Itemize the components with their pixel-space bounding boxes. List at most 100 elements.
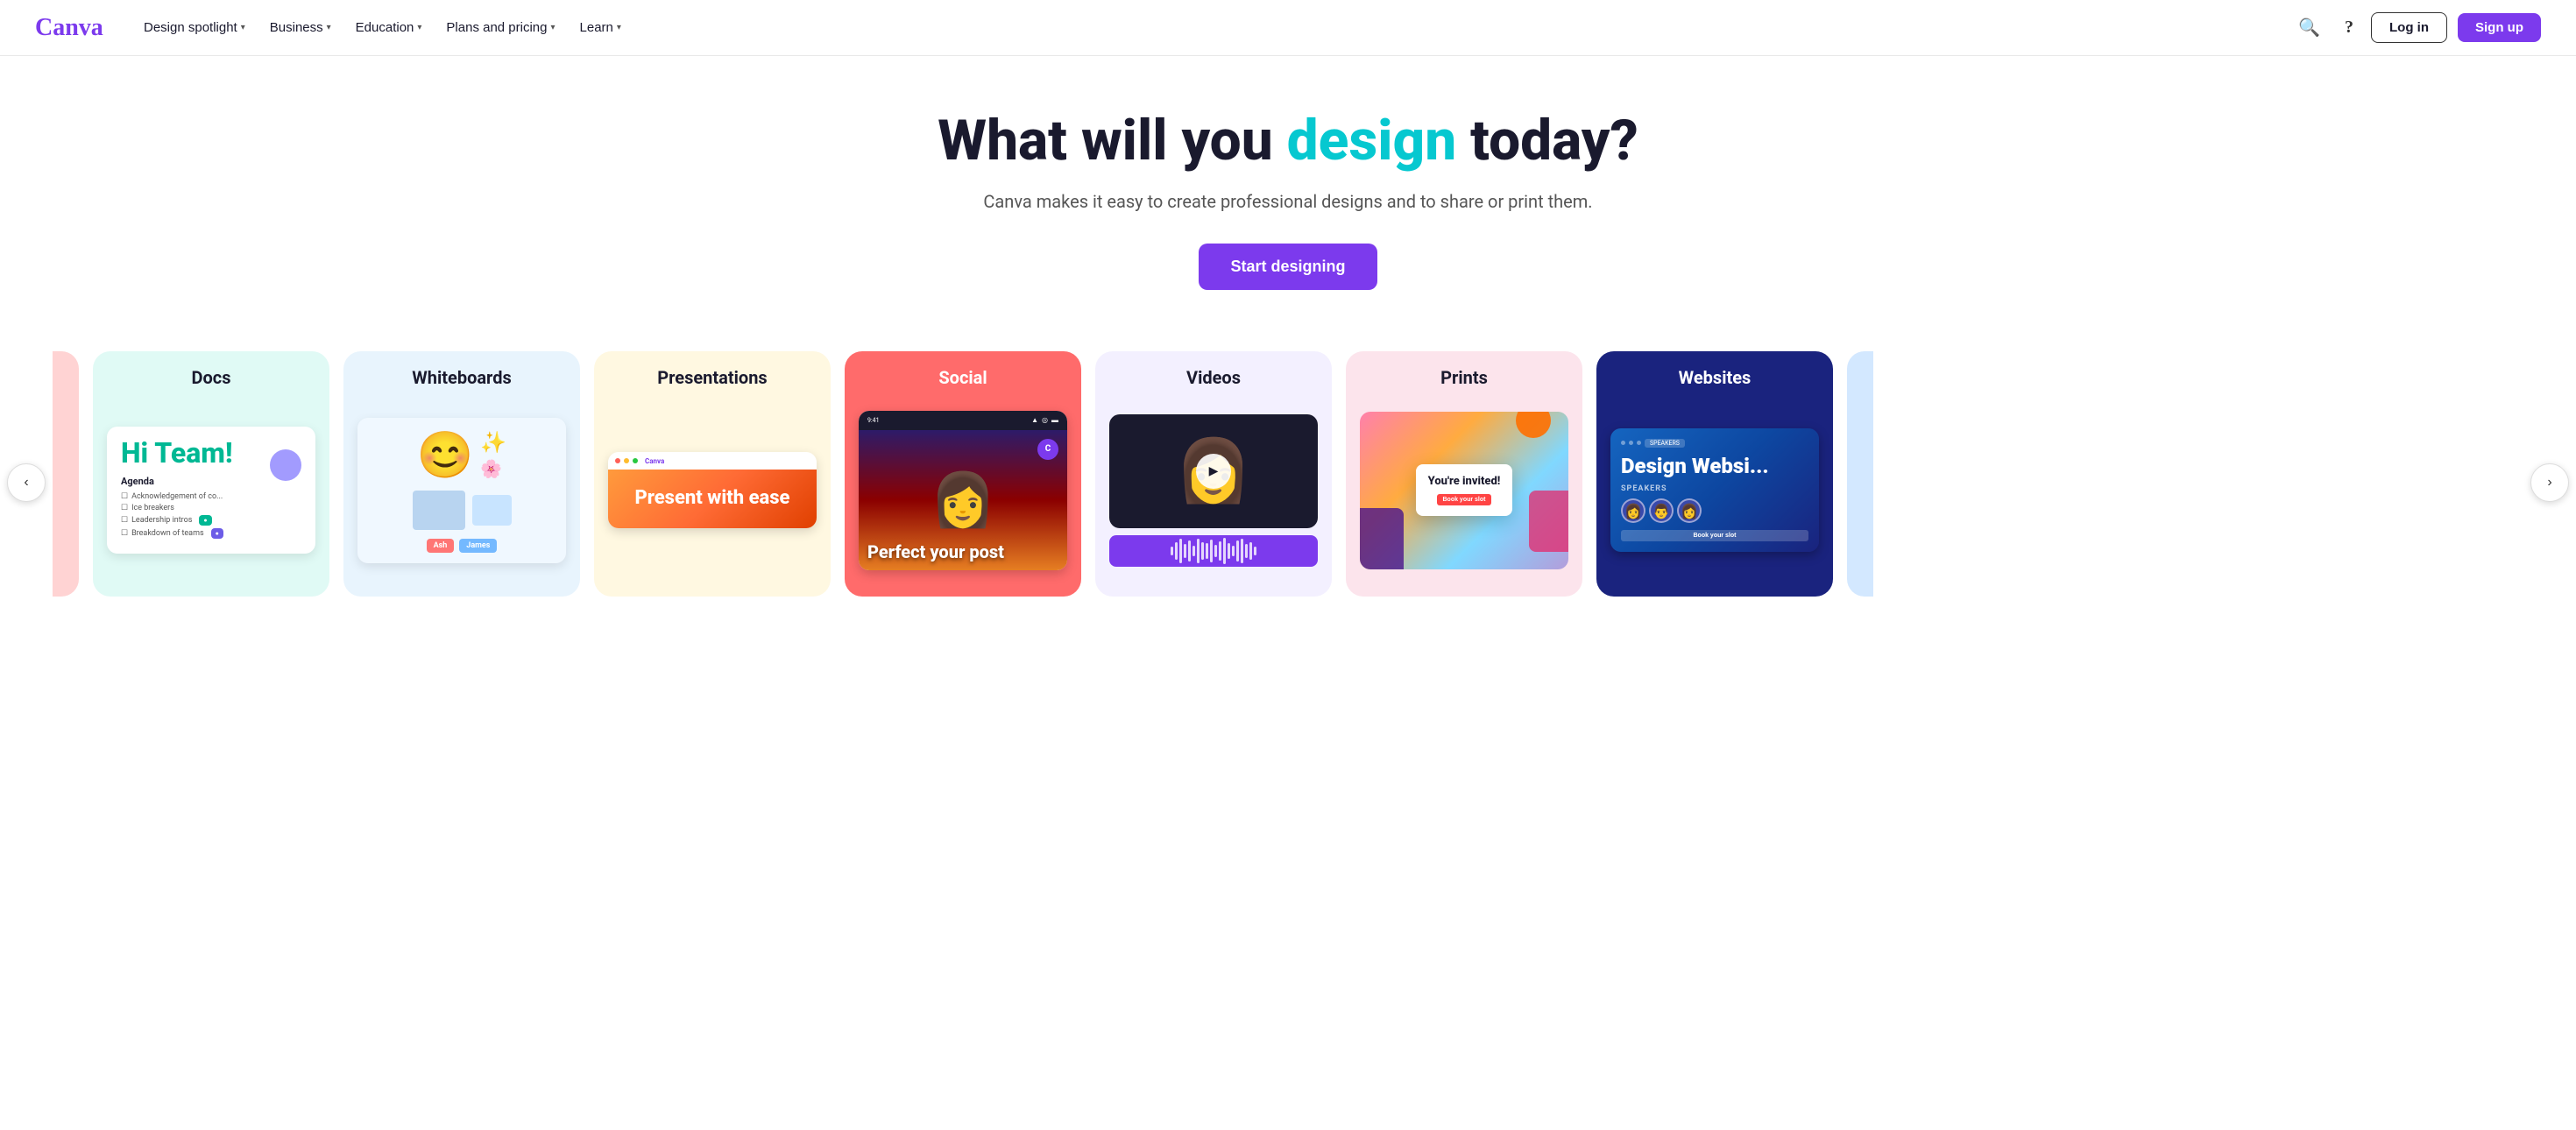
prints-invitation-card: You're invited! Book your slot xyxy=(1416,464,1513,517)
videos-waveform xyxy=(1109,535,1318,567)
wb-emoji-row: 😊 ✨ 🌸 xyxy=(417,428,507,482)
nav-education[interactable]: Education ▾ xyxy=(345,13,433,42)
hero-section: What will you design today? Canva makes … xyxy=(0,56,2576,325)
signup-button[interactable]: Sign up xyxy=(2458,13,2541,42)
nav-design-spotlight[interactable]: Design spotlight ▾ xyxy=(133,13,256,42)
pres-main: Present with ease xyxy=(608,470,817,527)
canva-logo[interactable]: Canva xyxy=(35,12,105,44)
docs-item-4: Breakdown of teams ● xyxy=(121,528,301,539)
search-icon: 🔍 xyxy=(2298,18,2320,38)
card-presentations-title: Presentations xyxy=(594,351,831,399)
social-image: 👩 C Perfect your post xyxy=(859,430,1067,570)
card-docs[interactable]: Docs Hi Team! Agenda Acknowledgement of … xyxy=(93,351,329,597)
waveform-bar xyxy=(1236,540,1239,561)
social-face-emoji: 👩 xyxy=(931,469,996,531)
websites-avatar-2: 👨 xyxy=(1649,498,1674,523)
prints-shape-orange xyxy=(1516,412,1551,438)
websites-avatar-3: 👩 xyxy=(1677,498,1702,523)
card-whiteboards-body: 😊 ✨ 🌸 Ash James xyxy=(343,399,580,597)
card-presentations[interactable]: Presentations Canva Present with ease xyxy=(594,351,831,597)
help-icon: ? xyxy=(2345,18,2353,37)
social-status-icons: ▲ ◎ ▬ xyxy=(1031,416,1058,424)
prints-background: You're invited! Book your slot xyxy=(1360,412,1568,569)
prints-shape-pink xyxy=(1529,491,1568,552)
card-docs-title: Docs xyxy=(93,351,329,399)
battery-icon: ▬ xyxy=(1051,416,1058,424)
card-videos-title: Videos xyxy=(1095,351,1332,399)
navbar: Canva Design spotlight ▾ Business ▾ Educ… xyxy=(0,0,2576,56)
docs-item-3: Leadership intros ● xyxy=(121,515,301,526)
card-whiteboards[interactable]: Whiteboards 😊 ✨ 🌸 Ash xyxy=(343,351,580,597)
pres-text: Present with ease xyxy=(622,487,803,510)
card-prints[interactable]: Prints You're invited! Book your slot xyxy=(1346,351,1582,597)
waveform-bar xyxy=(1245,544,1248,558)
carousel-prev-button[interactable]: ‹ xyxy=(7,463,46,502)
waveform-bar xyxy=(1188,540,1191,561)
websites-preview: SPEAKERS Design Websi... SPEAKERS 👩 👨 👩 … xyxy=(1610,428,1819,552)
search-button[interactable]: 🔍 xyxy=(2291,10,2327,46)
websites-nav-tag: SPEAKERS xyxy=(1645,439,1685,448)
prints-shape-purple xyxy=(1360,508,1404,569)
prints-card-title: You're invited! xyxy=(1428,475,1501,489)
pres-dot-red xyxy=(615,458,620,463)
waveform-bar xyxy=(1249,542,1252,560)
wb-name-ash: Ash xyxy=(427,539,455,553)
nav-plans-pricing[interactable]: Plans and pricing ▾ xyxy=(435,13,565,42)
card-videos-body: 👩 ▶ xyxy=(1095,399,1332,597)
wb-shapes xyxy=(413,491,512,530)
card-presentations-body: Canva Present with ease xyxy=(594,399,831,597)
wb-name-james: James xyxy=(459,539,497,553)
play-button: ▶ xyxy=(1196,454,1231,489)
card-prints-title: Prints xyxy=(1346,351,1582,399)
carousel-next-button[interactable]: › xyxy=(2530,463,2569,502)
whiteboard-preview: 😊 ✨ 🌸 Ash James xyxy=(357,418,566,563)
docs-item-2: Ice breakers xyxy=(121,504,301,512)
wb-rect-2 xyxy=(472,495,512,526)
nav-actions: 🔍 ? Log in Sign up xyxy=(2291,10,2541,46)
waveform-bar xyxy=(1223,538,1226,564)
social-preview: 9:41 ▲ ◎ ▬ 👩 C Perfect your post xyxy=(859,411,1067,570)
wb-emoji-face: 😊 xyxy=(417,428,474,482)
nav-learn[interactable]: Learn ▾ xyxy=(570,13,632,42)
websites-book-button[interactable]: Book your slot xyxy=(1621,530,1808,541)
waveform-bar xyxy=(1214,545,1217,557)
help-button[interactable]: ? xyxy=(2338,11,2360,45)
docs-item-1: Acknowledgement of co... xyxy=(121,492,301,501)
websites-dot-3 xyxy=(1637,441,1641,445)
websites-dot-1 xyxy=(1621,441,1625,445)
pres-logo: Canva xyxy=(645,457,664,465)
social-time: 9:41 xyxy=(867,417,880,424)
docs-preview: Hi Team! Agenda Acknowledgement of co...… xyxy=(107,427,315,554)
hero-title: What will you design today? xyxy=(18,109,2558,173)
waveform-bar xyxy=(1254,547,1256,555)
waveform-bar xyxy=(1197,539,1200,563)
nav-business[interactable]: Business ▾ xyxy=(259,13,342,42)
card-partial-hint-left xyxy=(53,351,79,597)
card-social[interactable]: Social 9:41 ▲ ◎ ▬ 👩 xyxy=(845,351,1081,597)
wb-rect-1 xyxy=(413,491,465,530)
chevron-down-icon: ▾ xyxy=(241,23,245,32)
wb-spark-icons: ✨ 🌸 xyxy=(480,430,506,479)
waveform-bar xyxy=(1184,544,1186,558)
signal-icon: ▲ xyxy=(1031,416,1038,424)
start-designing-button[interactable]: Start designing xyxy=(1199,244,1376,290)
presentation-preview: Canva Present with ease xyxy=(608,452,817,527)
wb-name-tags: Ash James xyxy=(427,539,498,553)
social-canva-badge: C xyxy=(1037,439,1058,460)
login-button[interactable]: Log in xyxy=(2371,12,2447,43)
waveform-bar xyxy=(1228,543,1230,559)
docs-avatar xyxy=(270,449,301,481)
card-docs-body: Hi Team! Agenda Acknowledgement of co...… xyxy=(93,399,329,597)
prints-book-button[interactable]: Book your slot xyxy=(1437,494,1490,505)
card-videos[interactable]: Videos 👩 ▶ xyxy=(1095,351,1332,597)
waveform-bar xyxy=(1171,547,1173,555)
hero-subtitle: Canva makes it easy to create profession… xyxy=(18,191,2558,212)
card-websites[interactable]: Websites SPEAKERS Design Websi... SPEAKE… xyxy=(1596,351,1833,597)
svg-text:Canva: Canva xyxy=(35,14,103,40)
waveform-bar xyxy=(1175,542,1178,560)
chevron-down-icon: ▾ xyxy=(417,23,421,32)
social-phone-bar: 9:41 ▲ ◎ ▬ xyxy=(859,411,1067,430)
card-social-title: Social xyxy=(845,351,1081,399)
wifi-icon: ◎ xyxy=(1042,416,1048,424)
waveform-bar xyxy=(1179,539,1182,563)
